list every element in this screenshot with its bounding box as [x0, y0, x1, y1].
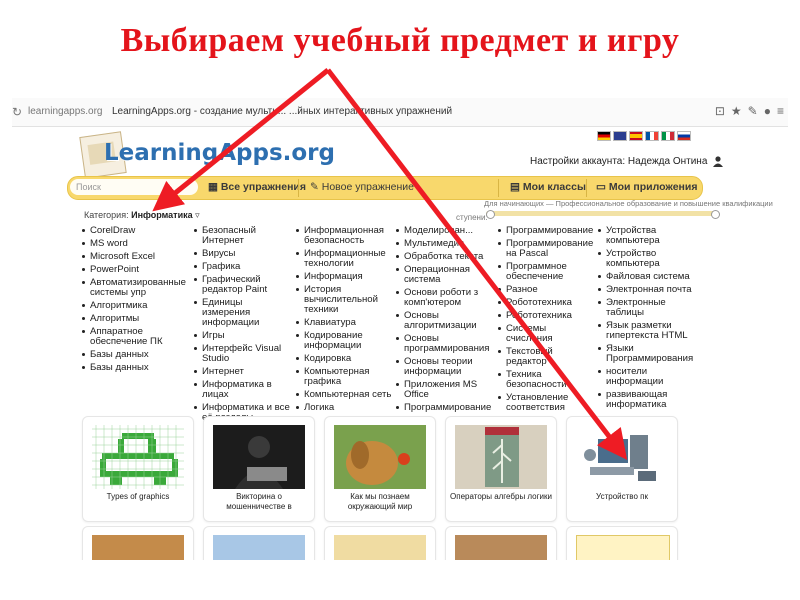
annotation-arrows: [152, 68, 628, 460]
arrow-to-category: [152, 68, 330, 212]
arrow-to-tile: [326, 68, 628, 460]
